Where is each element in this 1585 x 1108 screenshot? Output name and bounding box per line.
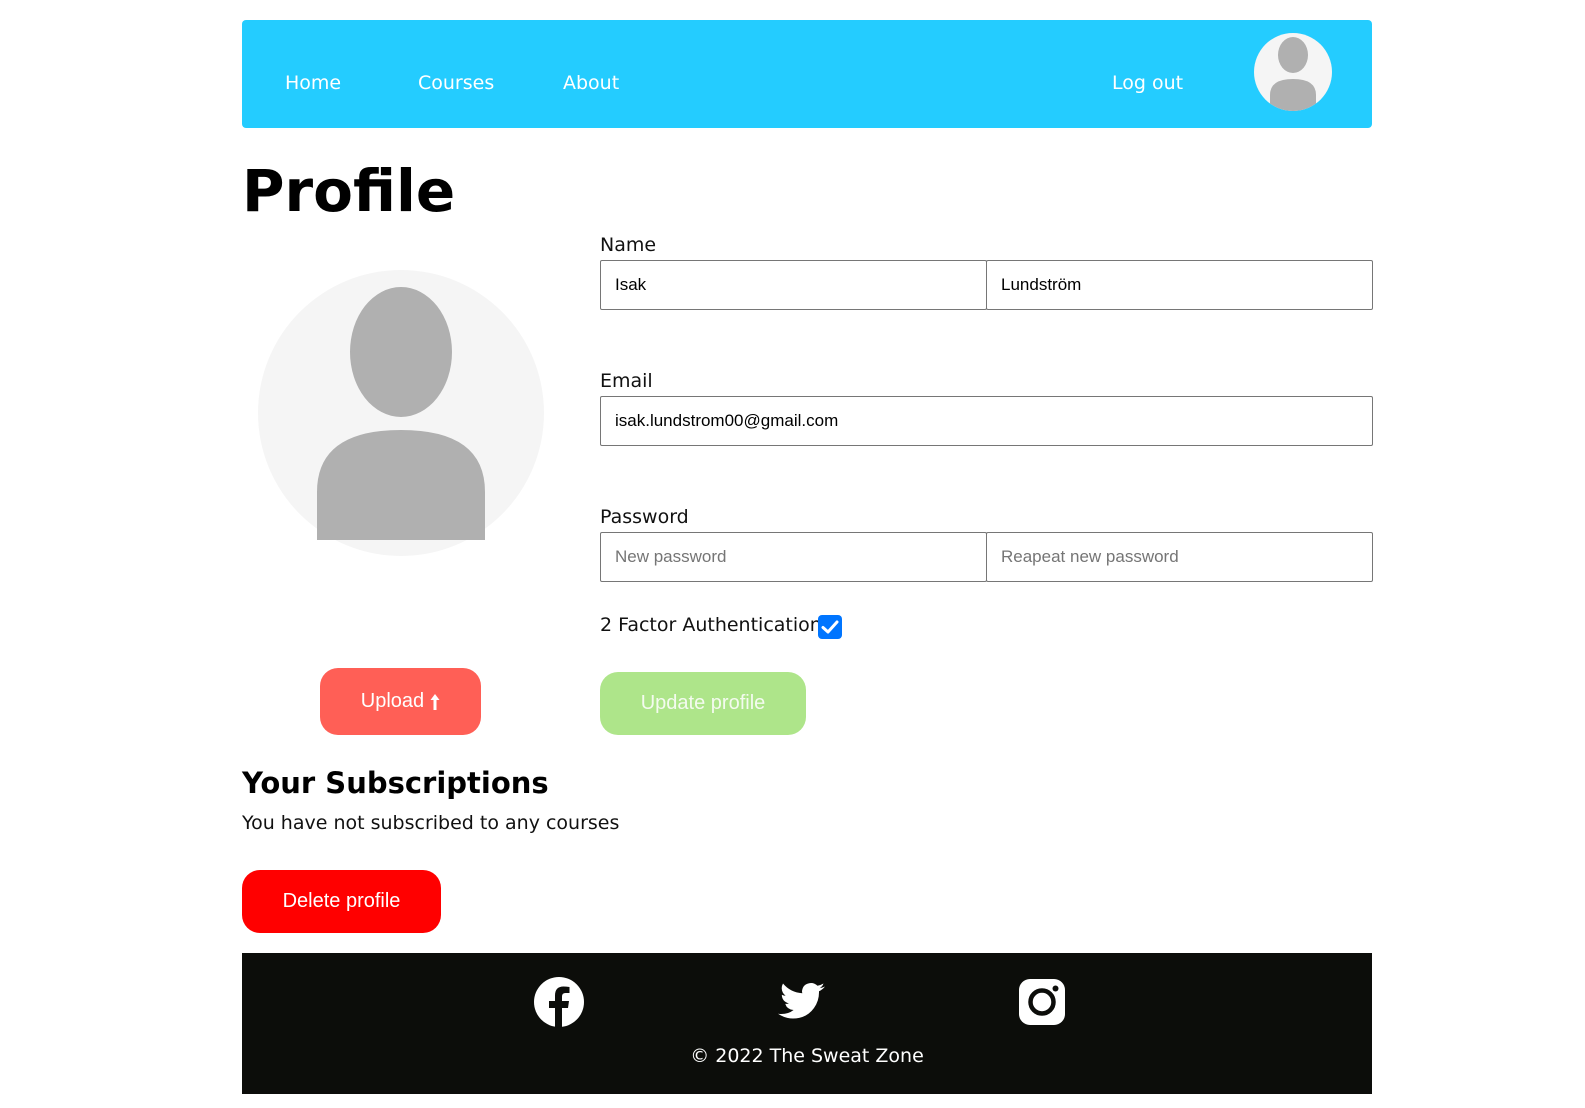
subscriptions-empty-text: You have not subscribed to any courses	[242, 812, 620, 834]
instagram-icon[interactable]	[1017, 976, 1067, 1028]
nav-link-courses[interactable]: Courses	[418, 72, 494, 94]
last-name-input[interactable]	[986, 260, 1373, 310]
repeat-password-input[interactable]	[986, 532, 1373, 582]
profile-picture	[258, 270, 544, 556]
arrow-up-icon	[430, 693, 440, 710]
user-avatar-icon[interactable]	[1254, 33, 1332, 111]
new-password-input[interactable]	[600, 532, 987, 582]
upload-button[interactable]: Upload	[320, 668, 481, 735]
first-name-input[interactable]	[600, 260, 987, 310]
twitter-icon[interactable]	[776, 976, 826, 1028]
password-label: Password	[600, 506, 689, 528]
logout-link[interactable]: Log out	[1112, 72, 1183, 94]
two-factor-checkbox[interactable]	[818, 615, 842, 639]
top-navbar: Home Courses About Log out	[242, 20, 1372, 128]
page-title: Profile	[242, 157, 456, 225]
delete-profile-button[interactable]: Delete profile	[242, 870, 441, 933]
subscriptions-heading: Your Subscriptions	[242, 766, 549, 800]
nav-link-about[interactable]: About	[563, 72, 619, 94]
name-label: Name	[600, 234, 657, 256]
footer: © 2022 The Sweat Zone	[242, 953, 1372, 1094]
user-silhouette-icon	[317, 287, 485, 540]
facebook-icon[interactable]	[534, 976, 584, 1028]
checkmark-icon	[821, 620, 839, 634]
email-input[interactable]	[600, 396, 1373, 446]
two-factor-label: 2 Factor Authentication	[600, 614, 822, 636]
nav-link-home[interactable]: Home	[285, 72, 341, 94]
upload-button-label: Upload	[360, 690, 425, 712]
copyright-text: © 2022 The Sweat Zone	[690, 1045, 924, 1067]
update-profile-button[interactable]: Update profile	[600, 672, 806, 735]
email-label: Email	[600, 370, 653, 392]
